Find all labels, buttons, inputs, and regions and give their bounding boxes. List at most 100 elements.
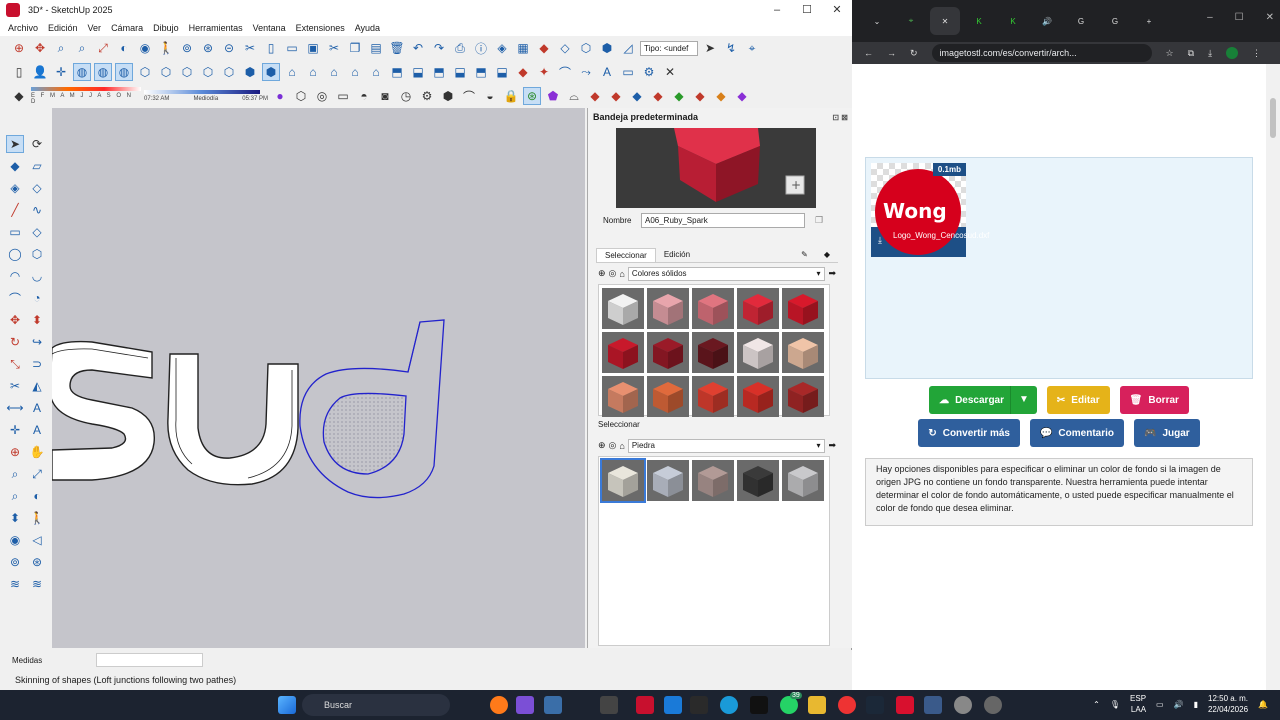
look-around-icon[interactable]: ◉ bbox=[6, 531, 24, 549]
undo-icon[interactable]: ↶ bbox=[409, 39, 427, 57]
battery-icon[interactable]: ▮ bbox=[1194, 700, 1198, 709]
steam-icon[interactable] bbox=[866, 696, 884, 714]
print-icon[interactable]: ⎙ bbox=[451, 39, 469, 57]
download-dropdown-icon[interactable]: ▼ bbox=[1010, 386, 1037, 414]
trim-icon[interactable]: ⬒ bbox=[472, 63, 490, 81]
select-tool-icon[interactable]: ➤ bbox=[6, 135, 24, 153]
tray-close-icon[interactable]: ⊠ bbox=[841, 113, 848, 122]
menu-ayuda[interactable]: Ayuda bbox=[355, 23, 380, 33]
profile-icon[interactable] bbox=[1226, 47, 1239, 59]
add-detail-icon[interactable]: ⬢ bbox=[598, 39, 616, 57]
material-swatch[interactable] bbox=[692, 288, 734, 329]
lasso-icon[interactable]: ⟳ bbox=[28, 135, 46, 153]
browser-minimize-icon[interactable]: – bbox=[1207, 12, 1213, 23]
gear-box-icon[interactable]: ⚙ bbox=[418, 87, 436, 105]
explorer-icon[interactable] bbox=[808, 696, 826, 714]
material-swatch[interactable] bbox=[782, 332, 824, 373]
circle-tool-icon[interactable]: ◯ bbox=[6, 245, 24, 263]
smoove-icon[interactable]: ◆ bbox=[535, 39, 553, 57]
stone-swatch[interactable] bbox=[692, 460, 734, 501]
pentagon-icon[interactable]: ⬟ bbox=[544, 87, 562, 105]
rectangle-icon[interactable]: ▭ bbox=[6, 223, 24, 241]
section-cut-icon[interactable]: ⊝ bbox=[220, 39, 238, 57]
download-file-icon[interactable]: ⤓ bbox=[878, 235, 886, 245]
sandbox-from-contours-icon[interactable]: ◈ bbox=[493, 39, 511, 57]
maps-tab-icon[interactable]: ⌖ bbox=[896, 7, 926, 35]
edge-icon[interactable] bbox=[720, 696, 738, 714]
paint-icon[interactable]: ◆ bbox=[10, 87, 28, 105]
right-view-icon[interactable]: ⬡ bbox=[199, 63, 217, 81]
active-tab-icon[interactable]: ✕ bbox=[930, 7, 960, 35]
tray-chevron-icon[interactable]: ⌃ bbox=[1093, 700, 1100, 709]
teams-icon[interactable] bbox=[516, 696, 534, 714]
left-view-icon[interactable]: ⬢ bbox=[241, 63, 259, 81]
union-icon[interactable]: ⬒ bbox=[430, 63, 448, 81]
material-swatch[interactable] bbox=[737, 288, 779, 329]
rotate-icon[interactable]: ↻ bbox=[6, 333, 24, 351]
protractor-icon[interactable]: ◭ bbox=[28, 377, 46, 395]
network-icon[interactable]: ▭ bbox=[1156, 700, 1164, 709]
new-tab-icon[interactable]: + bbox=[1134, 7, 1164, 35]
axes-icon[interactable]: ✛ bbox=[52, 63, 70, 81]
layout-icon[interactable]: ⌂ bbox=[346, 63, 364, 81]
open-file-icon[interactable]: ▭ bbox=[283, 39, 301, 57]
menu-extensiones[interactable]: Extensiones bbox=[296, 23, 345, 33]
stone-swatch[interactable] bbox=[647, 460, 689, 501]
material-swatch[interactable] bbox=[602, 332, 644, 373]
mic-icon[interactable]: 🎙 bbox=[1110, 700, 1120, 709]
section-planes-icon[interactable]: ≋ bbox=[28, 575, 46, 593]
menu-ventana[interactable]: Ventana bbox=[253, 23, 286, 33]
settings-app-icon[interactable] bbox=[954, 696, 972, 714]
forward-icon[interactable]: ◎ bbox=[609, 268, 617, 279]
browser-close-icon[interactable]: ✕ bbox=[1266, 12, 1274, 23]
geo-location-icon[interactable]: ⌖ bbox=[743, 39, 761, 57]
maximize-button[interactable]: ☐ bbox=[792, 0, 822, 20]
create-material-icon[interactable]: ❐ bbox=[815, 215, 823, 226]
material-swatch[interactable] bbox=[692, 332, 734, 373]
app-icon[interactable] bbox=[600, 696, 618, 714]
axis-r-icon[interactable]: ◆ bbox=[649, 87, 667, 105]
stone-swatch[interactable] bbox=[737, 460, 779, 501]
drape-icon[interactable]: ⬡ bbox=[577, 39, 595, 57]
folder-icon[interactable]: ▭ bbox=[619, 63, 637, 81]
arc2-icon[interactable]: ◡ bbox=[28, 267, 46, 285]
library-select-2[interactable]: Piedra ▾ bbox=[627, 438, 826, 453]
camera-icon[interactable]: ▭ bbox=[334, 87, 352, 105]
select-arrow-icon[interactable]: ➤ bbox=[701, 39, 719, 57]
menu-dibujo[interactable]: Dibujo bbox=[153, 23, 179, 33]
tape-measure-icon[interactable]: ✂ bbox=[6, 377, 24, 395]
play-button[interactable]: 🎮 Jugar bbox=[1133, 419, 1200, 447]
google-tab2-icon[interactable]: G bbox=[1100, 7, 1130, 35]
taskbar-search[interactable]: Buscar bbox=[302, 694, 450, 716]
delete-icon[interactable]: 🗑 bbox=[388, 39, 406, 57]
photo-icon[interactable]: ◙ bbox=[376, 87, 394, 105]
browser-maximize-icon[interactable]: ☐ bbox=[1235, 12, 1244, 23]
details-arrow2-icon[interactable]: ➡ bbox=[828, 440, 836, 451]
forward-nav-icon[interactable]: → bbox=[887, 48, 896, 58]
lock-plugin-icon[interactable]: 🔒 bbox=[502, 87, 520, 105]
axis-n-icon[interactable]: ◆ bbox=[691, 87, 709, 105]
tab-edit[interactable]: Edición bbox=[656, 248, 698, 262]
walk-tool-icon[interactable]: 🚶 bbox=[28, 509, 46, 527]
tab-select[interactable]: Seleccionar bbox=[596, 248, 656, 262]
material-swatch[interactable] bbox=[647, 288, 689, 329]
calculator-icon[interactable] bbox=[924, 696, 942, 714]
orbit-tool-icon[interactable]: ⊕ bbox=[6, 443, 24, 461]
component-icon[interactable]: ⌂ bbox=[304, 63, 322, 81]
kick-tab2-icon[interactable]: K bbox=[998, 7, 1028, 35]
stone-swatch[interactable] bbox=[782, 460, 824, 501]
back2-icon[interactable]: ⊕ bbox=[598, 440, 606, 451]
3d-text-icon[interactable]: A bbox=[28, 421, 46, 439]
page-scrollbar[interactable] bbox=[1266, 64, 1280, 690]
home2-icon[interactable]: ⌂ bbox=[619, 441, 624, 451]
section-cut-tool-icon[interactable]: ⊛ bbox=[28, 553, 46, 571]
shield-icon[interactable]: ◒ bbox=[481, 87, 499, 105]
loft-plugin-icon[interactable]: ⊛ bbox=[523, 87, 541, 105]
split-icon[interactable]: ⬓ bbox=[493, 63, 511, 81]
scale-icon[interactable]: ⤡ bbox=[6, 355, 24, 373]
settings-icon[interactable]: ⚙ bbox=[640, 63, 658, 81]
user-icon[interactable]: 👤 bbox=[31, 63, 49, 81]
back-edges-icon[interactable]: ◍ bbox=[94, 63, 112, 81]
box-icon[interactable]: ⬡ bbox=[292, 87, 310, 105]
shadow-date-slider[interactable]: E F M A M J J A S O N D bbox=[31, 87, 141, 105]
